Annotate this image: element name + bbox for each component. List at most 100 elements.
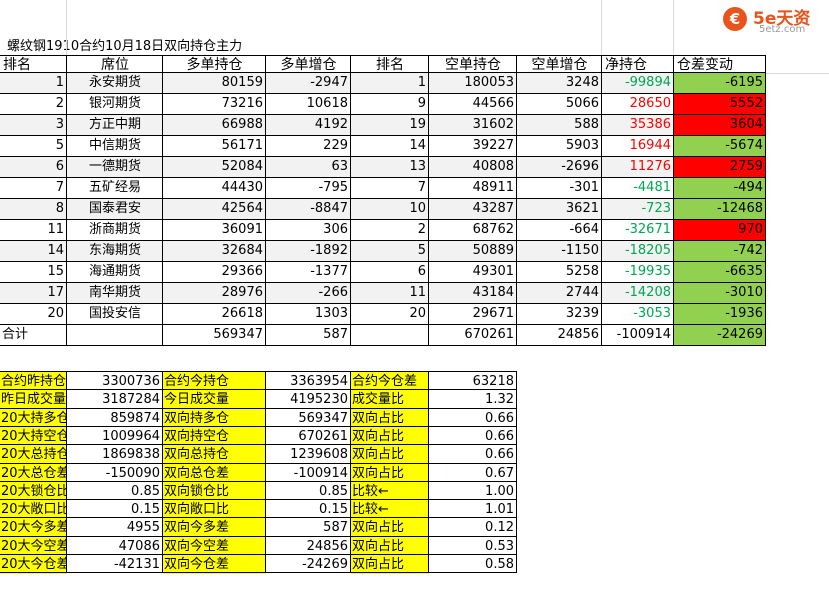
- long_chg-cell[interactable]: -1377: [266, 262, 351, 283]
- short_pos-cell[interactable]: 40808: [429, 157, 517, 178]
- diff-cell[interactable]: -6195: [674, 73, 766, 94]
- summary-label[interactable]: 20大今多差: [0, 518, 67, 537]
- diff-cell[interactable]: -742: [674, 241, 766, 262]
- rank_short-cell[interactable]: 7: [351, 178, 429, 199]
- rank_short-cell[interactable]: 2: [351, 220, 429, 241]
- long_pos-cell[interactable]: 28976: [163, 283, 266, 304]
- rank_short-cell[interactable]: 9: [351, 94, 429, 115]
- rank_short-cell[interactable]: 1: [351, 73, 429, 94]
- summary-value[interactable]: 3187284: [67, 390, 163, 409]
- short_pos-cell[interactable]: 29671: [429, 304, 517, 325]
- short_chg-cell[interactable]: 588: [517, 115, 602, 136]
- short_chg-cell[interactable]: -1150: [517, 241, 602, 262]
- rank_short-cell[interactable]: 13: [351, 157, 429, 178]
- broker-cell[interactable]: 国泰君安: [67, 199, 163, 220]
- broker-cell[interactable]: 国投安信: [67, 304, 163, 325]
- long_pos-cell[interactable]: 73216: [163, 94, 266, 115]
- rank_long-cell[interactable]: 5: [0, 136, 67, 157]
- summary-value[interactable]: 0.66: [429, 445, 517, 464]
- rank_long-cell[interactable]: 3: [0, 115, 67, 136]
- short_pos-cell[interactable]: 50889: [429, 241, 517, 262]
- summary-label[interactable]: 昨日成交量: [0, 390, 67, 409]
- short_pos-cell[interactable]: 44566: [429, 94, 517, 115]
- diff-cell[interactable]: 2759: [674, 157, 766, 178]
- long_chg-cell[interactable]: -2947: [266, 73, 351, 94]
- rank_long-cell[interactable]: 14: [0, 241, 67, 262]
- short_chg-cell[interactable]: 3621: [517, 199, 602, 220]
- short_chg-cell[interactable]: 3239: [517, 304, 602, 325]
- net-cell[interactable]: 11276: [602, 157, 674, 178]
- broker-cell[interactable]: 方正中期: [67, 115, 163, 136]
- summary-label[interactable]: 成交量比: [351, 390, 429, 409]
- net-cell[interactable]: -4481: [602, 178, 674, 199]
- rank_long-cell[interactable]: 20: [0, 304, 67, 325]
- net-cell[interactable]: -19935: [602, 262, 674, 283]
- long_chg-cell[interactable]: -8847: [266, 199, 351, 220]
- short_chg-cell[interactable]: 5903: [517, 136, 602, 157]
- diff-cell[interactable]: -5674: [674, 136, 766, 157]
- total-long-pos[interactable]: 569347: [163, 325, 266, 346]
- summary-label[interactable]: 双向占比: [351, 445, 429, 464]
- long_chg-cell[interactable]: -1892: [266, 241, 351, 262]
- summary-value[interactable]: 0.12: [429, 518, 517, 537]
- total-diff[interactable]: -24269: [674, 325, 766, 346]
- summary-value[interactable]: 1.32: [429, 390, 517, 409]
- long_chg-cell[interactable]: 306: [266, 220, 351, 241]
- summary-label[interactable]: 双向今多差: [163, 518, 266, 537]
- diff-cell[interactable]: -494: [674, 178, 766, 199]
- net-cell[interactable]: -723: [602, 199, 674, 220]
- broker-cell[interactable]: 银河期货: [67, 94, 163, 115]
- long_pos-cell[interactable]: 32684: [163, 241, 266, 262]
- long_chg-cell[interactable]: -795: [266, 178, 351, 199]
- short_pos-cell[interactable]: 43184: [429, 283, 517, 304]
- rank_short-cell[interactable]: 14: [351, 136, 429, 157]
- rank_short-cell[interactable]: 6: [351, 262, 429, 283]
- summary-label[interactable]: 双向占比: [351, 518, 429, 537]
- long_pos-cell[interactable]: 80159: [163, 73, 266, 94]
- long_chg-cell[interactable]: 229: [266, 136, 351, 157]
- broker-cell[interactable]: 南华期货: [67, 283, 163, 304]
- short_chg-cell[interactable]: 3248: [517, 73, 602, 94]
- broker-cell[interactable]: 东海期货: [67, 241, 163, 262]
- short_pos-cell[interactable]: 48911: [429, 178, 517, 199]
- net-cell[interactable]: -32671: [602, 220, 674, 241]
- total-net[interactable]: -100914: [602, 325, 674, 346]
- summary-label[interactable]: 双向总持仓: [163, 445, 266, 464]
- rank_short-cell[interactable]: 11: [351, 283, 429, 304]
- short_chg-cell[interactable]: 5258: [517, 262, 602, 283]
- broker-cell[interactable]: 中信期货: [67, 136, 163, 157]
- diff-cell[interactable]: 970: [674, 220, 766, 241]
- long_pos-cell[interactable]: 44430: [163, 178, 266, 199]
- diff-cell[interactable]: 5552: [674, 94, 766, 115]
- short_pos-cell[interactable]: 31602: [429, 115, 517, 136]
- net-cell[interactable]: -99894: [602, 73, 674, 94]
- total-long-chg[interactable]: 587: [266, 325, 351, 346]
- summary-value[interactable]: 1869838: [67, 445, 163, 464]
- long_pos-cell[interactable]: 52084: [163, 157, 266, 178]
- short_pos-cell[interactable]: 43287: [429, 199, 517, 220]
- net-cell[interactable]: -18205: [602, 241, 674, 262]
- rank_short-cell[interactable]: 19: [351, 115, 429, 136]
- long_pos-cell[interactable]: 56171: [163, 136, 266, 157]
- short_chg-cell[interactable]: -301: [517, 178, 602, 199]
- summary-label[interactable]: 今日成交量: [163, 390, 266, 409]
- summary-value[interactable]: 4955: [67, 518, 163, 537]
- short_chg-cell[interactable]: 2744: [517, 283, 602, 304]
- summary-value[interactable]: 587: [266, 518, 351, 537]
- rank_short-cell[interactable]: 10: [351, 199, 429, 220]
- rank_long-cell[interactable]: 15: [0, 262, 67, 283]
- rank_long-cell[interactable]: 17: [0, 283, 67, 304]
- short_pos-cell[interactable]: 180053: [429, 73, 517, 94]
- long_chg-cell[interactable]: 1303: [266, 304, 351, 325]
- total-label[interactable]: 合计: [0, 325, 67, 346]
- long_chg-cell[interactable]: 63: [266, 157, 351, 178]
- diff-cell[interactable]: 3604: [674, 115, 766, 136]
- broker-cell[interactable]: 一德期货: [67, 157, 163, 178]
- broker-cell[interactable]: 永安期货: [67, 73, 163, 94]
- rank_long-cell[interactable]: 11: [0, 220, 67, 241]
- short_pos-cell[interactable]: 68762: [429, 220, 517, 241]
- summary-value[interactable]: 4195230: [266, 390, 351, 409]
- total-short-pos[interactable]: 670261: [429, 325, 517, 346]
- long_pos-cell[interactable]: 36091: [163, 220, 266, 241]
- short_chg-cell[interactable]: -2696: [517, 157, 602, 178]
